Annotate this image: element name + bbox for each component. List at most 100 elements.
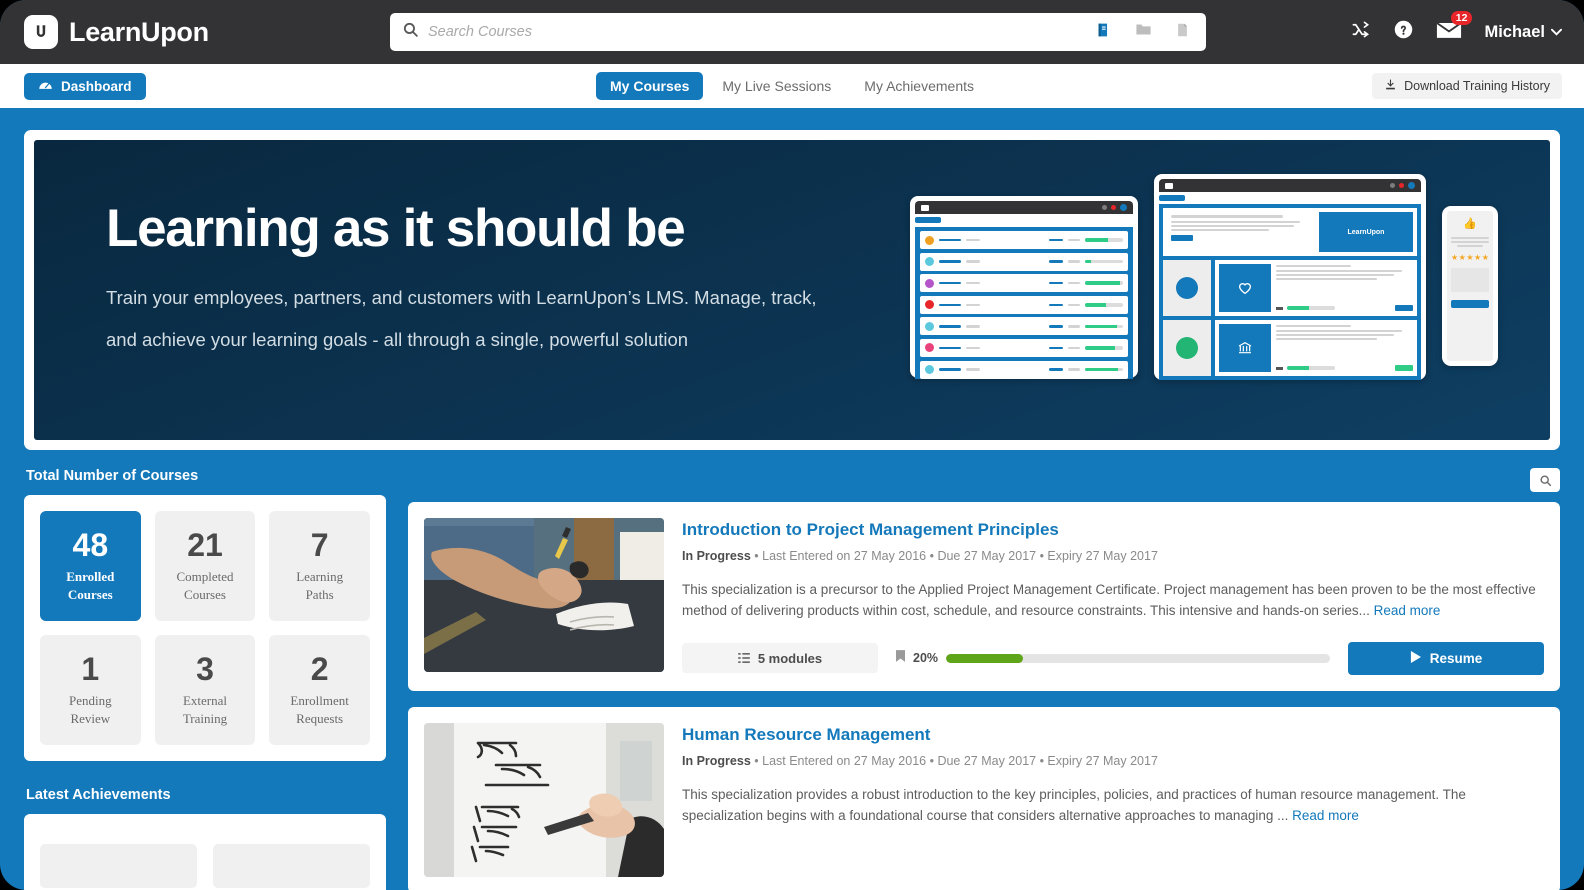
search-input[interactable] — [419, 23, 1095, 41]
stat-value: 7 — [310, 526, 329, 563]
download-icon — [1384, 78, 1397, 94]
app-window: LearnUpon Search Courses 12 Michael Dash… — [0, 0, 1584, 890]
left-column: Total Number of Courses 48 Enrolled Cours… — [24, 468, 386, 890]
course-card: Introduction to Project Management Princ… — [408, 502, 1560, 691]
dashboard-icon — [38, 78, 53, 94]
device-video-player: LearnUpon — [1319, 212, 1413, 252]
course-status: In Progress — [682, 753, 751, 768]
stat-tile-enrolled-courses[interactable]: 48 Enrolled Courses — [40, 511, 141, 621]
read-more-link[interactable]: Read more — [1292, 808, 1359, 823]
achievement-item[interactable] — [40, 844, 197, 888]
read-more-link[interactable]: Read more — [1374, 603, 1441, 618]
device-mockup-illustration: LearnUpon 👍 ★★★★★ — [902, 158, 1502, 380]
course-list-column: Introduction to Project Management Princ… — [408, 468, 1560, 890]
brand-logo[interactable]: LearnUpon — [0, 15, 209, 49]
course-list-toolbar — [408, 468, 1560, 492]
stat-label: Enrolled Courses — [66, 568, 115, 602]
hero-title: Learning as it should be — [106, 199, 686, 258]
stat-label: Learning Paths — [296, 568, 344, 602]
course-tabs: My Courses My Live Sessions My Achieveme… — [595, 72, 988, 100]
tab-my-achievements[interactable]: My Achievements — [850, 72, 988, 100]
shuffle-icon[interactable] — [1350, 20, 1371, 44]
hero-frame: Learning as it should be Train your empl… — [24, 130, 1560, 450]
course-thumbnail[interactable] — [424, 722, 664, 877]
achievements-panel-title: Latest Achievements — [26, 787, 171, 803]
hero-copy: Learning as it should be Train your empl… — [106, 202, 886, 360]
course-thumbnail[interactable] — [424, 518, 664, 672]
course-title[interactable]: Human Resource Management — [682, 725, 1544, 745]
search-bar[interactable] — [390, 13, 1206, 51]
document-icon[interactable] — [1175, 21, 1190, 44]
progress-fill — [946, 653, 1023, 663]
hero-subtitle: Train your employees, partners, and cust… — [106, 277, 886, 360]
chevron-down-icon — [1551, 28, 1562, 36]
resume-label: Resume — [1429, 650, 1483, 666]
heart-icon — [1219, 264, 1271, 312]
course-status: In Progress — [682, 549, 751, 563]
search-icon — [402, 21, 419, 43]
stat-tile-completed-courses[interactable]: 21 Completed Courses — [154, 511, 256, 621]
main-content: Total Number of Courses 48 Enrolled Cours… — [0, 468, 1584, 890]
bank-icon — [1219, 324, 1271, 372]
course-modules-button[interactable]: 5 modules — [682, 643, 878, 674]
stats-panel-title: Total Number of Courses — [26, 468, 199, 484]
course-progress-label: 20% — [913, 651, 939, 666]
brand-name: LearnUpon — [69, 16, 209, 47]
user-name: Michael — [1484, 22, 1545, 41]
play-icon — [1410, 650, 1421, 666]
course-meta: In Progress • Last Entered on 27 May 201… — [682, 549, 1544, 563]
download-label: Download Training History — [1404, 79, 1550, 93]
course-description: This specialization is a precursor to th… — [682, 580, 1544, 622]
message-count-badge: 12 — [1450, 11, 1473, 25]
progress-track — [946, 653, 1330, 663]
achievements-panel — [24, 814, 386, 890]
hero-subtitle-line1: Train your employees, partners, and cust… — [106, 287, 817, 308]
user-menu[interactable]: Michael — [1484, 23, 1562, 42]
stats-panel: 48 Enrolled Courses 21 Completed Courses 7 — [24, 495, 386, 761]
download-training-history-button[interactable]: Download Training History — [1372, 73, 1562, 99]
tab-my-courses[interactable]: My Courses — [595, 72, 704, 100]
folder-icon[interactable] — [1134, 21, 1153, 43]
achievement-item[interactable] — [213, 844, 370, 888]
stat-value: 48 — [72, 526, 109, 563]
course-dates: • Last Entered on 27 May 2016 • Due 27 M… — [754, 753, 1158, 768]
course-body: Human Resource Management In Progress • … — [682, 723, 1544, 877]
course-card: Human Resource Management In Progress • … — [408, 706, 1560, 890]
messages-button[interactable]: 12 — [1436, 11, 1473, 44]
device-laptop-left — [910, 196, 1138, 379]
course-dates: • Last Entered on 27 May 2016 • Due 27 M… — [754, 549, 1158, 563]
stat-tile-enrollment-requests[interactable]: 2 Enrollment Requests — [269, 635, 370, 745]
top-right-actions: 12 Michael — [1350, 0, 1562, 64]
stat-label: Enrollment Requests — [290, 692, 349, 726]
stat-label: Pending Review — [69, 692, 112, 726]
device-phone: 👍 ★★★★★ — [1442, 206, 1498, 366]
stat-tile-learning-paths[interactable]: 7 Learning Paths — [269, 511, 370, 621]
top-navigation-bar: LearnUpon Search Courses 12 Michael — [0, 0, 1584, 64]
resume-button[interactable]: Resume — [1348, 641, 1544, 675]
book-icon[interactable] — [1095, 21, 1112, 44]
course-modules-label: 5 modules — [757, 650, 823, 666]
stat-value: 3 — [196, 650, 214, 687]
help-circle-icon[interactable] — [1393, 19, 1414, 45]
stat-label: External Training — [182, 692, 228, 726]
dashboard-label: Dashboard — [61, 78, 132, 94]
course-meta: In Progress • Last Entered on 27 May 201… — [682, 754, 1544, 768]
course-title[interactable]: Introduction to Project Management Princ… — [682, 520, 1544, 540]
sub-navigation-bar: Dashboard My Courses My Live Sessions My… — [0, 64, 1584, 108]
stat-value: 1 — [81, 650, 100, 687]
thumbs-up-icon: 👍 — [1463, 218, 1477, 230]
hero-subtitle-line2: and achieve your learning goals - all th… — [106, 328, 689, 350]
course-description: This specialization provides a robust in… — [682, 785, 1544, 827]
dashboard-button[interactable]: Dashboard — [24, 72, 146, 100]
stat-tile-external-training[interactable]: 3 External Training — [154, 635, 256, 745]
star-rating-icon: ★★★★★ — [1451, 253, 1490, 262]
course-search-button[interactable] — [1530, 468, 1560, 492]
hero-banner: Learning as it should be Train your empl… — [34, 140, 1550, 440]
course-progress: 20% — [896, 649, 1330, 667]
device-logo-text: LearnUpon — [1347, 228, 1385, 236]
course-body: Introduction to Project Management Princ… — [682, 518, 1544, 675]
tab-my-live-sessions[interactable]: My Live Sessions — [708, 72, 845, 100]
course-actions: 5 modules 20% Resume — [682, 641, 1544, 675]
list-icon — [738, 651, 750, 666]
stat-tile-pending-review[interactable]: 1 Pending Review — [40, 635, 141, 745]
